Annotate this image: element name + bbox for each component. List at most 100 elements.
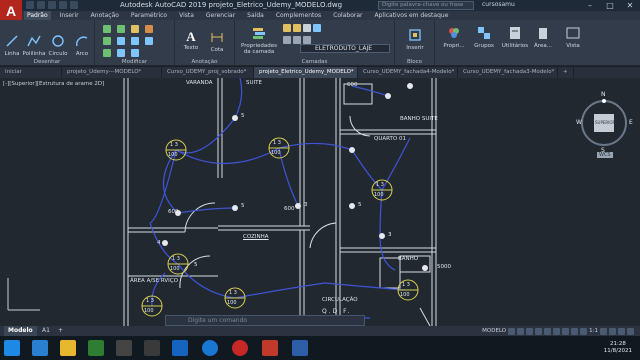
current-layer-name: ELETRODUTO_LAJE	[315, 45, 373, 52]
system-clock[interactable]: 21:28 11/8/2021	[604, 341, 632, 355]
undo-icon[interactable]	[59, 1, 67, 9]
workspace-icon[interactable]	[600, 327, 607, 335]
current-layer-select[interactable]: ELETRODUTO_LAJE	[300, 44, 390, 53]
explode-icon[interactable]	[145, 37, 153, 45]
mirror-icon[interactable]	[117, 37, 125, 45]
maximize-button[interactable]: □	[600, 0, 620, 11]
minimize-button[interactable]: –	[580, 0, 600, 11]
trim-icon[interactable]	[131, 25, 139, 33]
groups-tool[interactable]: Grupos	[470, 26, 498, 49]
ucs-menu[interactable]: WCS	[597, 152, 613, 158]
new-icon[interactable]	[26, 1, 34, 9]
window-title: Autodesk AutoCAD 2019 projeto_Eletrico_U…	[120, 1, 343, 9]
layer-previous-icon[interactable]	[293, 36, 301, 44]
new-tab-button[interactable]: +	[558, 67, 574, 78]
customize-icon[interactable]	[627, 327, 634, 335]
tab-colaborar[interactable]: Colaborar	[330, 11, 365, 20]
app-icon[interactable]	[116, 340, 132, 356]
windows-start-icon[interactable]	[4, 340, 20, 356]
polar-icon[interactable]	[535, 327, 543, 335]
lineweight-icon[interactable]	[562, 327, 570, 335]
tab-model[interactable]: Modelo	[4, 326, 37, 336]
file-explorer-icon[interactable]	[60, 340, 76, 356]
drawing-viewport[interactable]: [-][Superior][Estrutura de arame 2D] VAR…	[0, 78, 640, 326]
layer-on-icon[interactable]	[283, 24, 291, 32]
line-tool[interactable]: Linha	[2, 34, 22, 57]
tab-layout-a1[interactable]: A1	[38, 326, 54, 336]
stretch-icon[interactable]	[103, 49, 111, 57]
fillet-icon[interactable]	[131, 37, 139, 45]
annotation-scale[interactable]: 1:1	[589, 328, 598, 334]
viewcube-face[interactable]: SUPERIOR	[595, 120, 615, 125]
app-2-icon[interactable]	[172, 340, 188, 356]
media-icon[interactable]	[144, 340, 160, 356]
dimension-tool[interactable]: Cota	[205, 30, 229, 53]
transparency-icon[interactable]	[571, 327, 579, 335]
tab-inserir[interactable]: Inserir	[57, 11, 82, 20]
grid-icon[interactable]	[508, 327, 516, 335]
text-icon: A	[186, 29, 196, 44]
model-space-toggle[interactable]: MODELO	[482, 328, 506, 334]
isolate-icon[interactable]	[609, 327, 616, 335]
doc-tab-1[interactable]: projeto_Udemy---MODELO*	[62, 67, 162, 78]
array-icon[interactable]	[131, 49, 139, 57]
rotate-icon[interactable]	[117, 25, 125, 33]
utilities-tool[interactable]: Utilitários	[500, 26, 530, 49]
viewcube-east[interactable]: E	[629, 119, 633, 126]
add-layout-button[interactable]: +	[54, 326, 67, 336]
layer-isolate-icon[interactable]	[303, 36, 311, 44]
doc-tab-active[interactable]: projeto_Eletrico_Udemy_MODELO*	[254, 67, 358, 78]
copy-icon[interactable]	[103, 37, 111, 45]
tab-padrao[interactable]: Padrão	[24, 11, 51, 20]
layer-lock-icon[interactable]	[303, 24, 311, 32]
scale-icon[interactable]	[117, 49, 125, 57]
excel-icon[interactable]	[88, 340, 104, 356]
chrome-icon[interactable]	[232, 340, 248, 356]
clipboard-tool[interactable]: Área...	[532, 26, 554, 49]
polyline-tool[interactable]: Polilinha	[22, 34, 46, 57]
layer-freeze-icon[interactable]	[293, 24, 301, 32]
tab-gerenciar[interactable]: Gerenciar	[203, 11, 238, 20]
autocad-taskbar-icon[interactable]	[262, 340, 278, 356]
open-icon[interactable]	[37, 1, 45, 9]
erase-icon[interactable]	[145, 25, 153, 33]
redo-icon[interactable]	[70, 1, 78, 9]
doc-tab-5[interactable]: Curso_UDEMY_fachada3-Modelo*	[458, 67, 558, 78]
close-button[interactable]: ✕	[620, 0, 640, 11]
tab-anotacao[interactable]: Anotação	[88, 11, 122, 20]
tab-aplicativos[interactable]: Aplicativos em destaque	[371, 11, 451, 20]
layer-properties-tool[interactable]: Propriedades da camada	[239, 26, 279, 55]
edge-icon[interactable]	[32, 340, 48, 356]
search-input[interactable]: Digite palavra-chave ou frase	[378, 1, 474, 10]
doc-tab-start[interactable]: Iniciar	[0, 67, 62, 78]
move-icon[interactable]	[103, 25, 111, 33]
view-tool[interactable]: Vista	[560, 26, 586, 49]
properties-tool[interactable]: Propri...	[440, 26, 468, 49]
tab-vista[interactable]: Vista	[176, 11, 197, 20]
insert-block-tool[interactable]: Inserir	[401, 28, 429, 51]
viewcube-north[interactable]: N	[601, 91, 606, 98]
layer-match-icon[interactable]	[283, 36, 291, 44]
command-input[interactable]: Digite um comando	[165, 315, 365, 326]
autocad-logo-button[interactable]: A	[0, 0, 22, 22]
layer-color-icon[interactable]	[313, 24, 321, 32]
otrack-icon[interactable]	[553, 327, 561, 335]
text-tool[interactable]: A Texto	[179, 29, 203, 52]
viewcube-west[interactable]: W	[576, 119, 582, 126]
circle-tool[interactable]: Círculo	[47, 34, 69, 57]
tab-saida[interactable]: Saída	[244, 11, 267, 20]
user-account[interactable]: cursosamu	[482, 1, 515, 8]
browser-icon[interactable]	[202, 340, 218, 356]
ortho-icon[interactable]	[526, 327, 534, 335]
doc-tab-4[interactable]: Curso_UDEMY_fachada4-Modelo*	[358, 67, 458, 78]
tab-complementos[interactable]: Complementos	[273, 11, 324, 20]
video-icon[interactable]	[292, 340, 308, 356]
save-icon[interactable]	[48, 1, 56, 9]
doc-tab-2[interactable]: Curso_UDEMY_proj_sobrado*	[162, 67, 254, 78]
osnap-icon[interactable]	[544, 327, 552, 335]
arc-tool[interactable]: Arco	[72, 34, 92, 57]
fullscreen-icon[interactable]	[618, 327, 625, 335]
selection-cycling-icon[interactable]	[580, 327, 588, 335]
snap-icon[interactable]	[517, 327, 525, 335]
tab-parametrico[interactable]: Paramétrico	[128, 11, 170, 20]
